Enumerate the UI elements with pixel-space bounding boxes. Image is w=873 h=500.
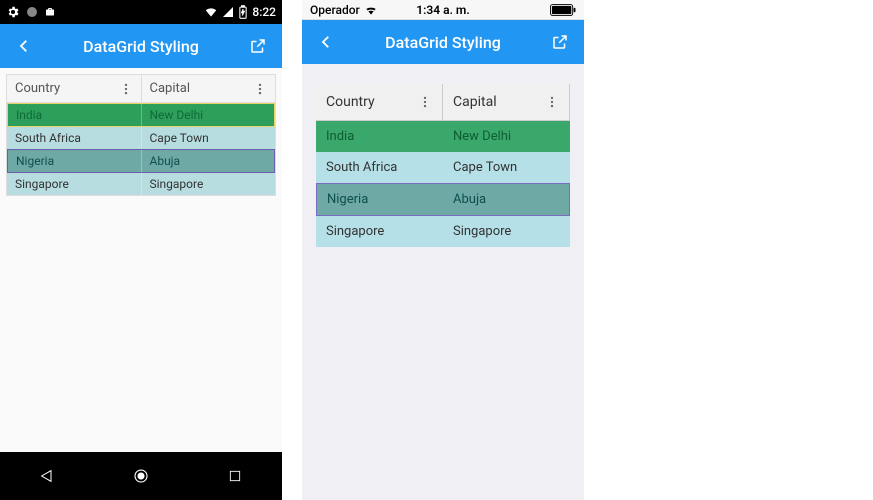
cell-capital: Cape Town xyxy=(443,152,570,183)
app-title: DataGrid Styling xyxy=(36,37,246,56)
datagrid-body: IndiaNew DelhiSouth AfricaCape TownNiger… xyxy=(7,103,275,195)
table-row[interactable]: SingaporeSingapore xyxy=(7,173,275,195)
open-external-button[interactable] xyxy=(246,34,270,58)
datagrid: Country Capital IndiaNew DelhiSouth Afri… xyxy=(316,84,570,247)
app-bar: DataGrid Styling xyxy=(302,20,584,64)
datagrid-container: Country Capital IndiaNew DelhiSouth Afri… xyxy=(0,68,282,202)
back-button[interactable] xyxy=(12,34,36,58)
gear-icon xyxy=(6,5,20,19)
column-label: Capital xyxy=(150,81,190,96)
datagrid-header-row: Country Capital xyxy=(7,75,275,103)
cell-country: India xyxy=(8,104,142,126)
open-external-button[interactable] xyxy=(548,30,572,54)
table-row[interactable]: NigeriaAbuja xyxy=(316,183,570,216)
cell-country: Singapore xyxy=(316,216,443,247)
nav-home-button[interactable] xyxy=(131,466,151,486)
statusbar-time: 1:34 a. m. xyxy=(416,3,470,17)
statusbar-time: 8:22 xyxy=(252,5,276,19)
table-row[interactable]: SingaporeSingapore xyxy=(316,216,570,247)
column-header-capital[interactable]: Capital xyxy=(443,84,570,120)
cell-capital: Abuja xyxy=(142,150,275,172)
cell-country: Nigeria xyxy=(8,150,142,172)
cell-capital: Abuja xyxy=(443,184,569,215)
cell-signal-icon xyxy=(222,6,234,18)
app-bar: DataGrid Styling xyxy=(0,24,282,68)
column-options-icon[interactable] xyxy=(418,95,432,109)
column-header-country[interactable]: Country xyxy=(7,75,142,102)
table-row[interactable]: South AfricaCape Town xyxy=(7,127,275,149)
table-row[interactable]: NigeriaAbuja xyxy=(7,149,275,173)
cell-capital: Singapore xyxy=(142,173,276,195)
carrier-label: Operador xyxy=(310,3,360,17)
cell-country: Nigeria xyxy=(317,184,443,215)
wifi-icon xyxy=(204,5,218,19)
briefcase-icon xyxy=(44,6,56,18)
circle-icon xyxy=(26,6,38,18)
wifi-icon xyxy=(364,4,378,16)
android-device: 8:22 DataGrid Styling Country Cap xyxy=(0,0,282,500)
android-statusbar: 8:22 xyxy=(0,0,282,24)
battery-icon xyxy=(550,4,576,16)
datagrid-header-row: Country Capital xyxy=(316,84,570,121)
cell-country: South Africa xyxy=(316,152,443,183)
datagrid-body: IndiaNew DelhiSouth AfricaCape TownNiger… xyxy=(316,121,570,247)
table-row[interactable]: IndiaNew Delhi xyxy=(7,103,275,127)
datagrid-container: Country Capital IndiaNew DelhiSouth Afri… xyxy=(302,64,584,253)
ios-device: Operador 1:34 a. m. DataGrid Styling Cou… xyxy=(302,0,584,500)
column-options-icon[interactable] xyxy=(545,95,559,109)
cell-country: Singapore xyxy=(7,173,142,195)
ios-statusbar: Operador 1:34 a. m. xyxy=(302,0,584,20)
android-navbar xyxy=(0,452,282,500)
column-label: Country xyxy=(15,81,60,96)
battery-icon xyxy=(238,5,248,19)
cell-country: South Africa xyxy=(7,127,142,149)
back-button[interactable] xyxy=(314,30,338,54)
datagrid: Country Capital IndiaNew DelhiSouth Afri… xyxy=(6,74,276,196)
column-label: Capital xyxy=(453,94,497,110)
table-row[interactable]: IndiaNew Delhi xyxy=(316,121,570,152)
cell-country: India xyxy=(316,121,443,152)
column-header-country[interactable]: Country xyxy=(316,84,443,120)
cell-capital: Singapore xyxy=(443,216,570,247)
nav-recent-button[interactable] xyxy=(225,466,245,486)
column-options-icon[interactable] xyxy=(119,82,133,96)
column-label: Country xyxy=(326,94,375,110)
cell-capital: New Delhi xyxy=(142,104,275,126)
cell-capital: New Delhi xyxy=(443,121,570,152)
table-row[interactable]: South AfricaCape Town xyxy=(316,152,570,183)
nav-back-button[interactable] xyxy=(37,466,57,486)
cell-capital: Cape Town xyxy=(142,127,276,149)
column-options-icon[interactable] xyxy=(253,82,267,96)
column-header-capital[interactable]: Capital xyxy=(142,75,276,102)
app-title: DataGrid Styling xyxy=(338,33,548,52)
